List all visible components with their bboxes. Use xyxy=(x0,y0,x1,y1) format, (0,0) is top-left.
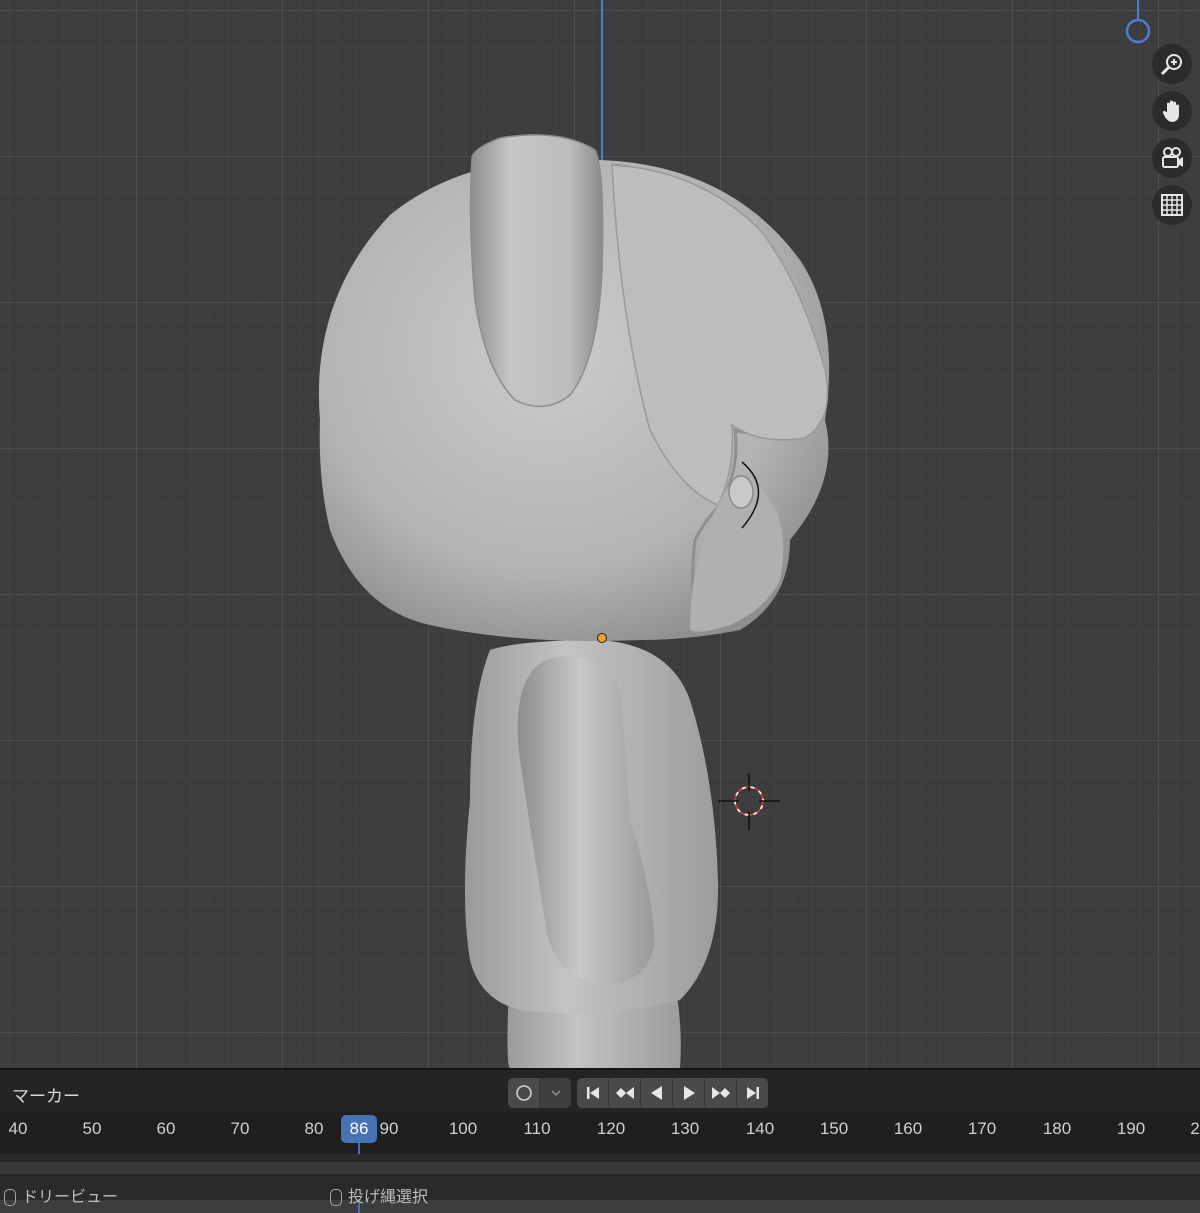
status-middle-label: 投げ縄選択 xyxy=(348,1189,429,1206)
play-button[interactable] xyxy=(673,1078,705,1108)
jump-to-keyframe-prev-button[interactable] xyxy=(609,1078,641,1108)
timeline-header: マーカー xyxy=(0,1068,1200,1114)
keying-group xyxy=(508,1078,571,1108)
status-left-label: ドリービュー xyxy=(22,1189,119,1206)
ruler-label: 40 xyxy=(8,1119,28,1138)
ruler-label: 50 xyxy=(82,1119,102,1138)
status-middle: 投げ縄選択 xyxy=(330,1183,428,1207)
ruler-label: 80 xyxy=(304,1119,324,1138)
keying-dropdown[interactable] xyxy=(540,1078,571,1108)
camera-icon[interactable] xyxy=(1152,138,1192,178)
jump-to-end-button[interactable] xyxy=(737,1078,768,1108)
auto-keying-button[interactable] xyxy=(508,1078,540,1108)
character-model xyxy=(318,0,1151,1068)
frame-range-bar xyxy=(0,1162,1200,1174)
play-icon xyxy=(683,1086,695,1100)
play-reverse-icon xyxy=(650,1086,662,1100)
ruler-label: 190 xyxy=(1116,1119,1146,1138)
ruler-label: 90 xyxy=(379,1119,399,1138)
ruler-label: 130 xyxy=(670,1119,700,1138)
jump-start-icon xyxy=(586,1087,599,1099)
ruler-label: 110 xyxy=(523,1119,551,1138)
hand-pan-icon[interactable] xyxy=(1152,91,1192,131)
frame-ruler[interactable]: 40 50 60 70 80 90 100 110 120 130 140 15… xyxy=(0,1112,1200,1213)
jump-to-keyframe-next-button[interactable] xyxy=(705,1078,737,1108)
ruler-label: 140 xyxy=(745,1119,775,1138)
status-bar: ドリービュー 投げ縄選択 xyxy=(0,1182,1200,1207)
playback-controls xyxy=(577,1078,768,1108)
mouse-icon xyxy=(4,1189,16,1207)
marker-menu[interactable]: マーカー xyxy=(12,1082,80,1107)
current-frame-badge[interactable]: 86 xyxy=(341,1115,377,1143)
ruler-label: 180 xyxy=(1042,1119,1072,1138)
prev-keyframe-icon xyxy=(615,1087,634,1099)
ruler-label: 70 xyxy=(230,1119,250,1138)
record-circle-icon xyxy=(515,1085,532,1101)
3d-cursor-icon xyxy=(718,773,780,830)
ruler-label: 60 xyxy=(156,1119,176,1138)
z-axis-gizmo[interactable] xyxy=(1125,18,1151,44)
chevron-down-icon xyxy=(550,1090,561,1097)
timeline-editor[interactable]: マーカー 40 50 60 70 80 90 100 110 120 130 1… xyxy=(0,1068,1200,1213)
status-left: ドリービュー xyxy=(4,1183,118,1207)
3d-viewport[interactable] xyxy=(0,0,1200,1068)
ruler-label: 170 xyxy=(967,1119,997,1138)
timeline-track[interactable] xyxy=(0,1154,1200,1182)
jump-to-start-button[interactable] xyxy=(577,1078,609,1108)
ruler-label: 2 xyxy=(1190,1119,1200,1138)
grid-icon[interactable] xyxy=(1152,185,1192,225)
zoom-icon[interactable] xyxy=(1152,44,1192,84)
play-reverse-button[interactable] xyxy=(641,1078,673,1108)
ruler-label: 160 xyxy=(893,1119,923,1138)
mouse-icon xyxy=(330,1189,342,1207)
jump-end-icon xyxy=(746,1087,759,1099)
ruler-label: 150 xyxy=(819,1119,849,1138)
ruler-label: 120 xyxy=(596,1119,626,1138)
next-keyframe-icon xyxy=(711,1087,730,1099)
ruler-label: 100 xyxy=(448,1119,478,1138)
